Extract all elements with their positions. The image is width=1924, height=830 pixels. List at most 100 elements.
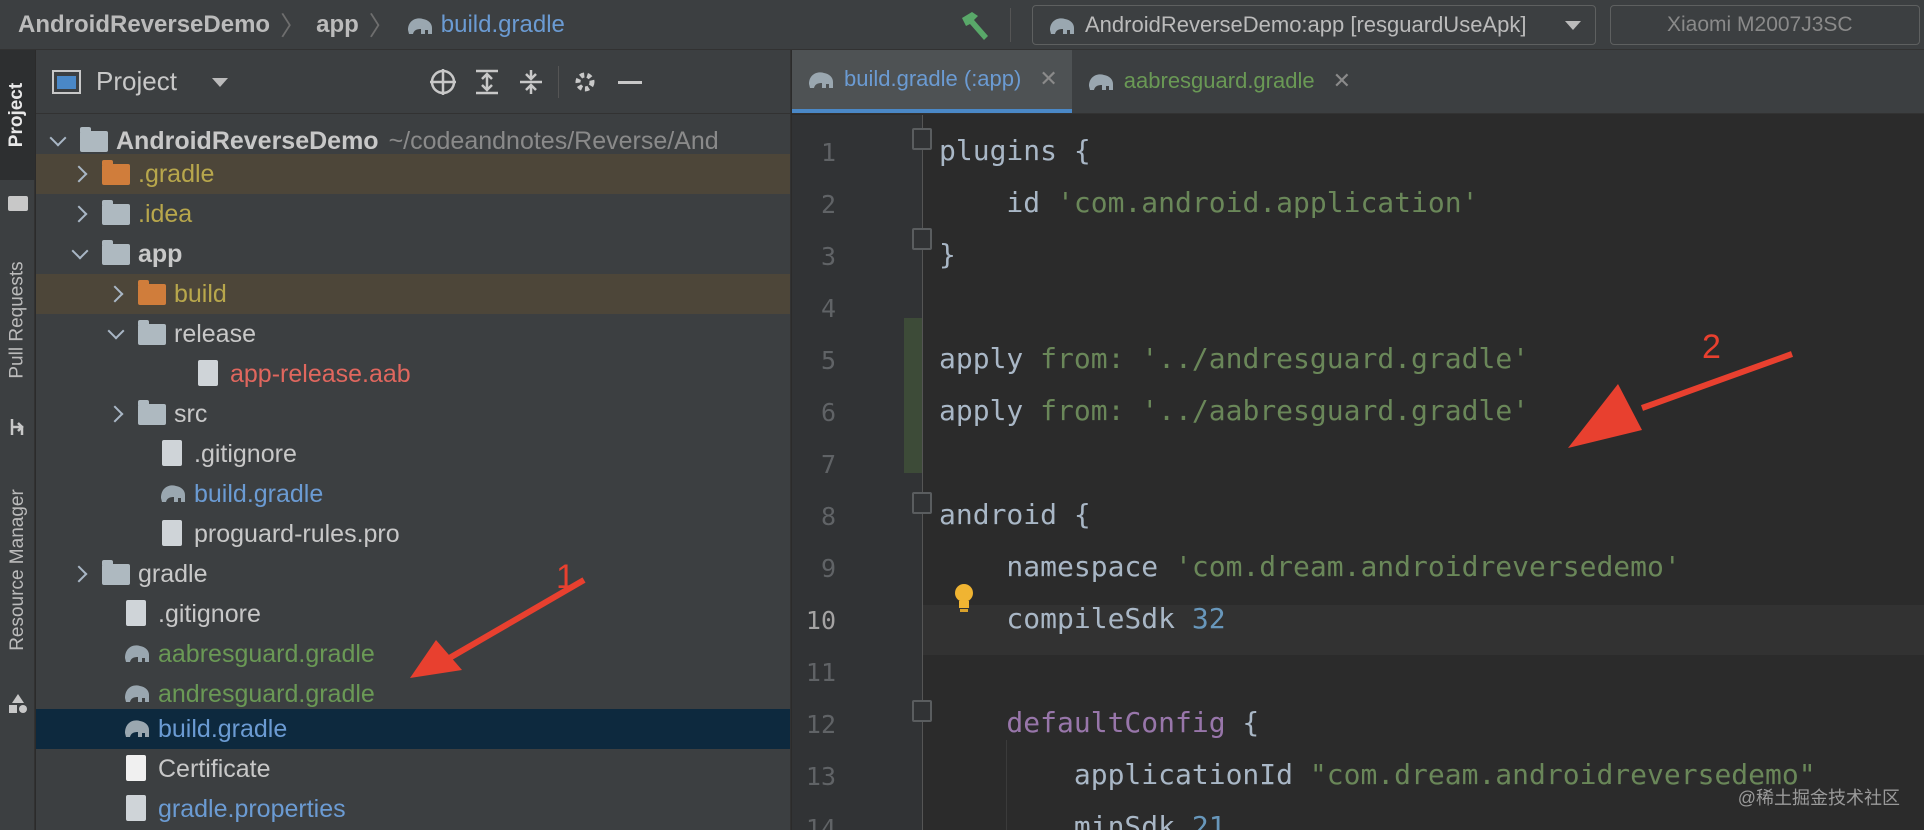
line-number: 14 — [805, 814, 836, 830]
text-file-icon — [158, 520, 188, 548]
tree-item-label: proguard-rules.pro — [194, 519, 400, 548]
line-number: 2 — [820, 190, 836, 219]
line-number: 12 — [805, 710, 836, 739]
tree-item-file-selected[interactable]: build.gradle — [36, 709, 790, 749]
tree-item-module[interactable]: app — [36, 234, 790, 274]
tab-aabresguard-gradle[interactable]: aabresguard.gradle ✕ — [1072, 50, 1365, 113]
device-label: Xiaomi M2007J3SC — [1667, 13, 1853, 36]
collapse-all-icon[interactable] — [516, 67, 546, 97]
line-number: 6 — [820, 398, 836, 427]
gradle-elephant-icon — [407, 17, 432, 34]
code-line[interactable]: defaultConfig { — [939, 706, 1259, 739]
expand-arrow-icon[interactable] — [48, 131, 68, 151]
line-number: 8 — [820, 502, 836, 531]
build-hammer-icon[interactable] — [958, 10, 992, 42]
tree-item-file[interactable]: app-release.aab — [36, 354, 790, 394]
fold-marker-icon[interactable] — [912, 228, 932, 250]
expand-arrow-icon[interactable] — [106, 404, 126, 424]
expand-arrow-icon[interactable] — [70, 564, 90, 584]
navigation-bar: AndroidReverseDemo 〉 app 〉 build.gradle … — [0, 0, 1924, 50]
tool-tab-pull-requests[interactable]: Pull Requests — [0, 230, 35, 410]
tree-item-label: aabresguard.gradle — [158, 639, 375, 668]
watermark: @稀土掘金技术社区 — [1737, 788, 1900, 808]
expand-arrow-icon[interactable] — [70, 244, 90, 264]
tree-item-file[interactable]: gradle.properties — [36, 789, 790, 829]
locate-file-icon[interactable] — [428, 67, 458, 97]
breadcrumb-file[interactable]: build.gradle — [441, 11, 565, 39]
code-line[interactable]: apply from: '../aabresguard.gradle' — [939, 394, 1529, 427]
tree-item-file[interactable]: build.gradle — [36, 474, 790, 514]
tree-item-file[interactable]: andresguard.gradle — [36, 674, 790, 714]
line-number: 10 — [805, 606, 836, 635]
code-line[interactable]: apply from: '../andresguard.gradle' — [939, 342, 1529, 375]
fold-marker-icon[interactable] — [912, 128, 932, 150]
tab-build-gradle-app[interactable]: build.gradle (:app) ✕ — [792, 50, 1072, 113]
tree-item-label: .gitignore — [158, 599, 261, 628]
expand-all-icon[interactable] — [472, 67, 502, 97]
tree-item-file[interactable]: Certificate — [36, 749, 790, 789]
project-panel-header: Project — [36, 50, 790, 114]
annotation-arrow-1 — [410, 577, 586, 678]
code-line[interactable]: android { — [939, 498, 1091, 531]
line-number: 11 — [805, 658, 836, 687]
breadcrumb-module[interactable]: app — [316, 11, 359, 39]
tool-window-strip: Project Pull Requests Resource Manager — [0, 50, 35, 830]
device-select[interactable]: Xiaomi M2007J3SC — [1610, 5, 1920, 45]
hide-panel-icon[interactable] — [618, 81, 642, 84]
tree-item-file[interactable]: .gitignore — [36, 434, 790, 474]
code-line[interactable]: } — [939, 238, 956, 271]
line-number: 7 — [820, 450, 836, 479]
line-number: 9 — [820, 554, 836, 583]
breadcrumb-project[interactable]: AndroidReverseDemo — [18, 11, 270, 39]
code-line[interactable]: namespace 'com.dream.androidreversedemo' — [939, 550, 1680, 583]
gradle-elephant-icon — [122, 680, 152, 708]
tool-tab-pull-requests-label: Pull Requests — [6, 261, 28, 379]
fold-marker-icon[interactable] — [912, 492, 932, 514]
folder-icon — [0, 190, 35, 216]
run-configuration-select[interactable]: AndroidReverseDemo:app [resguardUseApk] — [1032, 5, 1596, 45]
resource-manager-icon — [0, 692, 35, 716]
code-line[interactable]: minSdk 21 — [939, 810, 1226, 830]
tree-item-label: app — [138, 239, 183, 268]
annotation-label-2: 2 — [1702, 328, 1721, 366]
expand-arrow-icon[interactable] — [106, 284, 126, 304]
breadcrumb-separator: 〉 — [280, 11, 307, 41]
tree-item-file[interactable]: proguard-rules.pro — [36, 514, 790, 554]
tree-item-label: app-release.aab — [230, 359, 411, 388]
folder-icon — [138, 280, 168, 308]
code-line[interactable]: plugins { — [939, 134, 1091, 167]
code-line[interactable]: compileSdk 32 — [939, 602, 1225, 635]
code-line[interactable]: applicationId "com.dream.androidreversed… — [939, 758, 1816, 791]
project-path: ~/codeandnotes/Reverse/And — [388, 126, 719, 155]
tree-item-label: .idea — [138, 199, 193, 228]
folder-icon — [102, 200, 132, 228]
tree-item-label: gradle — [138, 559, 208, 588]
tree-item-folder[interactable]: build — [36, 274, 790, 314]
gear-icon[interactable] — [570, 67, 600, 97]
expand-arrow-icon[interactable] — [106, 324, 126, 344]
close-icon[interactable]: ✕ — [1039, 66, 1057, 92]
tool-tab-resource-manager[interactable]: Resource Manager — [0, 450, 35, 690]
folder-icon — [102, 560, 132, 588]
close-icon[interactable]: ✕ — [1333, 68, 1351, 94]
line-number: 5 — [820, 346, 836, 375]
gradle-elephant-icon — [122, 640, 152, 668]
tree-item-label: src — [174, 399, 208, 428]
project-panel-title: Project — [96, 66, 177, 96]
tree-item-folder[interactable]: .idea — [36, 194, 790, 234]
aab-file-icon — [194, 360, 224, 388]
gradle-elephant-icon — [158, 480, 188, 508]
tree-item-folder[interactable]: src — [36, 394, 790, 434]
view-selector-chevron-icon[interactable] — [212, 78, 228, 87]
gradle-elephant-icon — [122, 715, 152, 743]
code-line[interactable]: id 'com.android.application' — [939, 186, 1478, 219]
expand-arrow-icon[interactable] — [70, 164, 90, 184]
tree-item-folder[interactable]: .gradle — [36, 154, 790, 194]
tool-tab-project[interactable]: Project — [0, 50, 35, 180]
expand-arrow-icon[interactable] — [70, 204, 90, 224]
vcs-change-marker[interactable] — [904, 318, 922, 473]
line-number: 3 — [820, 242, 836, 271]
fold-marker-icon[interactable] — [912, 700, 932, 722]
tree-item-folder[interactable]: release — [36, 314, 790, 354]
folder-icon — [138, 320, 168, 348]
